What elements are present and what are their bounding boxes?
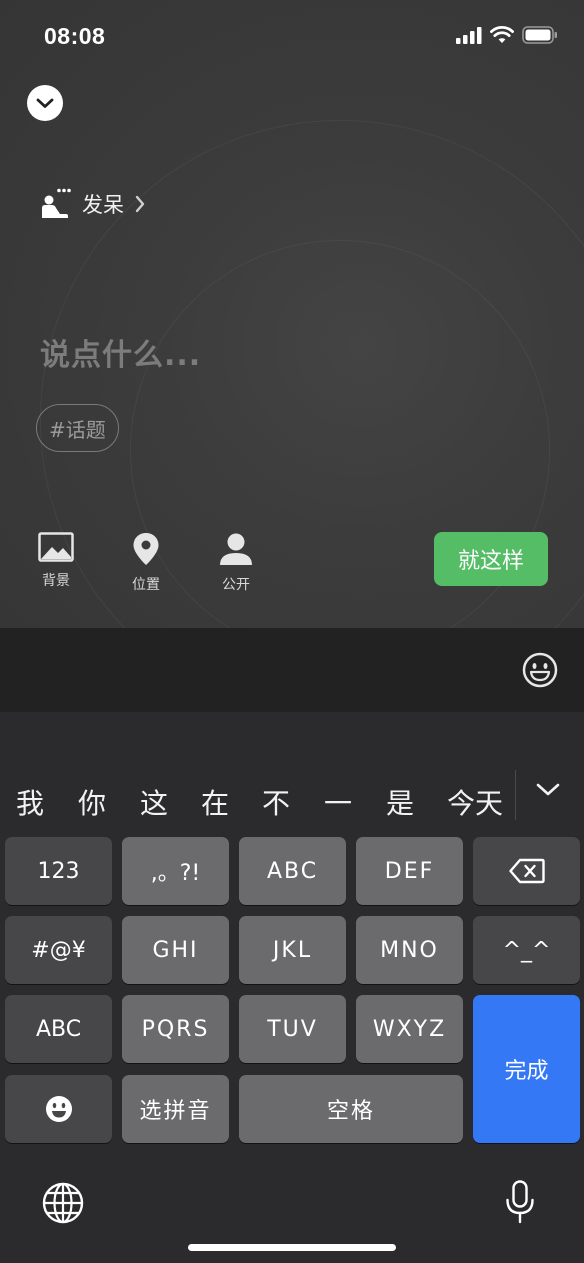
candidate-word[interactable]: 在 xyxy=(201,782,229,822)
mood-selector[interactable]: 发呆 xyxy=(40,188,146,220)
candidate-word[interactable]: 是 xyxy=(386,782,414,822)
key-label: ABC xyxy=(266,858,319,884)
emoji-key[interactable] xyxy=(5,1075,112,1143)
key-label: ,。?! xyxy=(150,861,201,886)
key-label: 完成 xyxy=(504,1059,549,1084)
mood-label: 发呆 xyxy=(82,193,124,217)
key-label: DEF xyxy=(384,858,435,884)
post-input[interactable]: 说点什么... xyxy=(40,330,201,374)
person-icon xyxy=(220,533,252,565)
location-button[interactable]: 位置 xyxy=(116,532,176,594)
daydream-icon xyxy=(42,188,71,218)
key-mno[interactable]: MNO xyxy=(356,916,463,984)
expand-candidates-button[interactable] xyxy=(535,782,561,802)
key-pqrs[interactable]: PQRS xyxy=(122,995,229,1063)
home-indicator[interactable] xyxy=(188,1244,396,1251)
key-abc[interactable]: ABC xyxy=(239,837,346,905)
key-punctuation[interactable]: ,。?! xyxy=(122,837,229,905)
done-key[interactable]: 完成 xyxy=(473,995,580,1143)
globe-button[interactable] xyxy=(42,1182,84,1228)
key-symbols[interactable]: #@¥ xyxy=(5,916,112,984)
key-wxyz[interactable]: WXYZ xyxy=(356,995,463,1063)
backspace-icon xyxy=(508,858,545,884)
candidate-bar: 我 你 这 在 不 一 是 今天 xyxy=(0,760,584,840)
microphone-icon xyxy=(506,1180,534,1224)
key-label: #@¥ xyxy=(31,937,86,963)
keyboard-spacer xyxy=(0,712,584,760)
topic-button[interactable]: #话题 xyxy=(36,404,119,452)
signal-icon xyxy=(456,26,482,44)
key-label: JKL xyxy=(272,937,313,963)
key-tuv[interactable]: TUV xyxy=(239,995,346,1063)
dictation-button[interactable] xyxy=(505,1180,535,1228)
space-key[interactable]: 空格 xyxy=(239,1075,463,1143)
candidate-word[interactable]: 这 xyxy=(140,782,168,822)
emoji-button[interactable] xyxy=(522,652,558,692)
status-bar: 08:08 xyxy=(0,0,584,70)
location-pin-icon xyxy=(133,533,159,565)
candidate-word[interactable]: 我 xyxy=(16,782,44,822)
confirm-button[interactable]: 就这样 xyxy=(434,532,548,586)
smiley-icon xyxy=(522,652,558,688)
key-abc-switch[interactable]: ABC xyxy=(5,995,112,1063)
chevron-down-icon xyxy=(36,98,54,108)
candidate-divider xyxy=(515,770,516,820)
key-label: 123 xyxy=(37,858,80,884)
key-label: ^_^ xyxy=(502,937,551,963)
location-label: 位置 xyxy=(132,577,160,593)
wifi-icon xyxy=(490,26,514,43)
key-jkl[interactable]: JKL xyxy=(239,916,346,984)
background-button[interactable]: 背景 xyxy=(26,532,86,590)
chevron-down-icon xyxy=(536,783,560,796)
compose-area: 08:08 发呆 说点什么... #话题 背景 位置 公开 就这样 xyxy=(0,0,584,628)
candidate-word[interactable]: 你 xyxy=(78,782,106,822)
candidate-word[interactable]: 今天 xyxy=(447,782,503,822)
key-123[interactable]: 123 xyxy=(5,837,112,905)
collapse-button[interactable] xyxy=(27,85,63,121)
key-ghi[interactable]: GHI xyxy=(122,916,229,984)
key-kaomoji[interactable]: ^_^ xyxy=(473,916,580,984)
keyboard: 我 你 这 在 不 一 是 今天 123 ,。?! ABC DEF #@¥ GH… xyxy=(0,760,584,1263)
image-icon xyxy=(38,532,74,562)
key-label: TUV xyxy=(267,1016,318,1042)
candidate-word[interactable]: 一 xyxy=(324,782,352,822)
globe-icon xyxy=(42,1182,84,1224)
background-label: 背景 xyxy=(42,573,70,589)
key-label: 空格 xyxy=(326,1099,375,1124)
key-label: GHI xyxy=(152,937,199,963)
input-accessory-bar xyxy=(0,628,584,712)
candidate-word[interactable]: 不 xyxy=(262,782,290,822)
visibility-label: 公开 xyxy=(222,577,250,593)
backspace-key[interactable] xyxy=(473,837,580,905)
battery-icon xyxy=(522,26,557,44)
smiley-face-icon xyxy=(45,1096,72,1122)
chevron-right-icon xyxy=(135,195,145,213)
visibility-button[interactable]: 公开 xyxy=(206,532,266,594)
key-label: MNO xyxy=(380,937,439,963)
key-label: WXYZ xyxy=(372,1016,447,1042)
key-label: 选拼音 xyxy=(139,1099,212,1124)
key-label: PQRS xyxy=(141,1016,210,1042)
key-label: ABC xyxy=(35,1016,82,1042)
status-time: 08:08 xyxy=(44,23,106,49)
key-def[interactable]: DEF xyxy=(356,837,463,905)
key-pinyin[interactable]: 选拼音 xyxy=(122,1075,229,1143)
